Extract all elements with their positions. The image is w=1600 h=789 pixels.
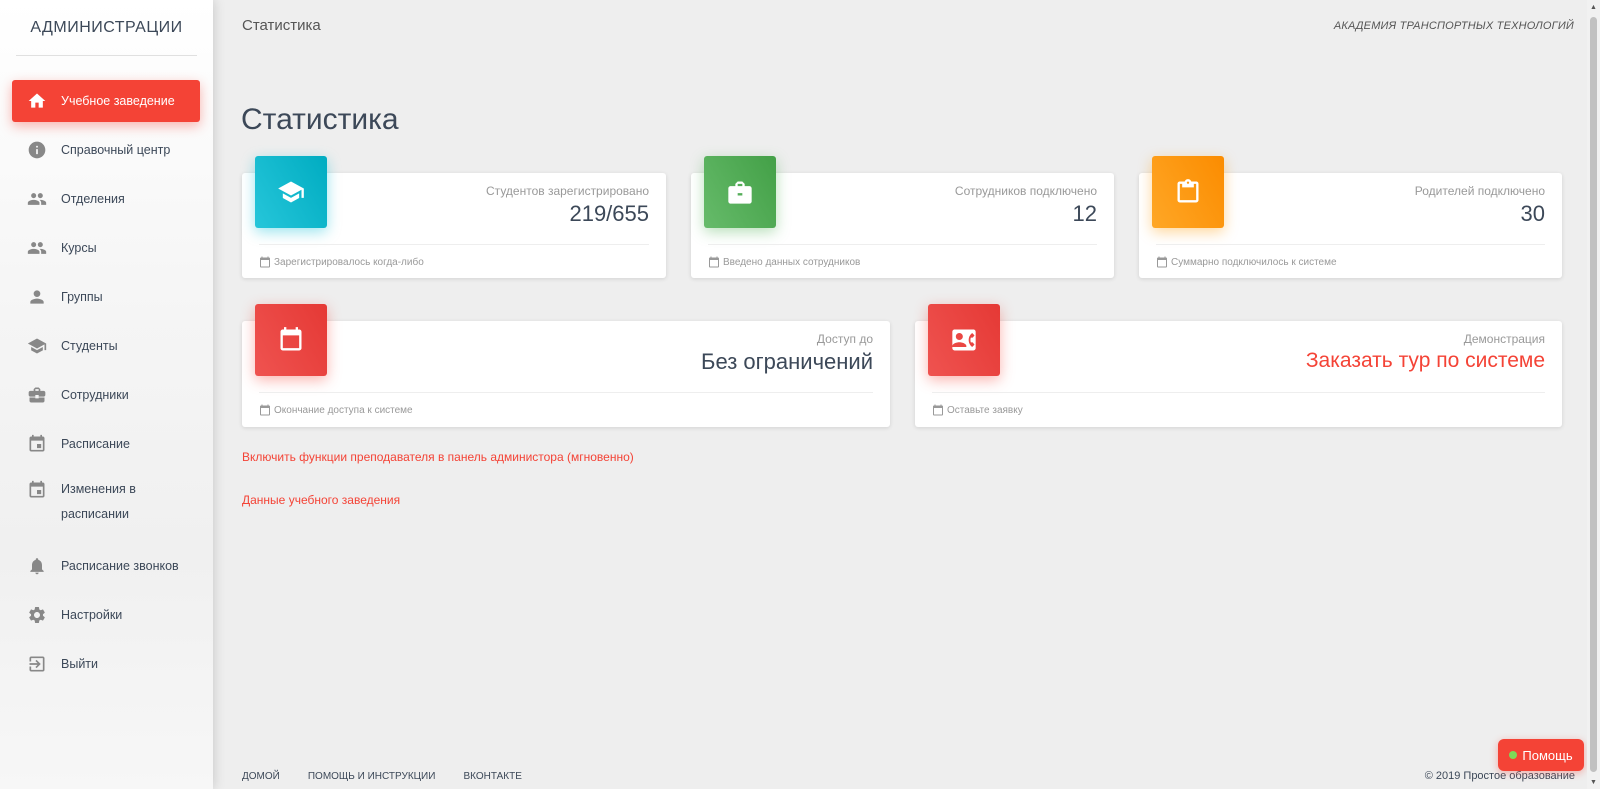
sidebar-item-label: Группы xyxy=(61,289,103,304)
sidebar-item-label: Студенты xyxy=(61,338,118,353)
sidebar-item-label: Расписание xyxy=(61,436,130,451)
sidebar-item-institution[interactable]: Учебное заведение xyxy=(12,80,200,122)
stat-card-parents: Родителей подключено 30 Суммарно подключ… xyxy=(1139,156,1562,278)
stat-card-access: Доступ до Без ограничений Окончание дост… xyxy=(242,304,890,427)
scroll-thumb[interactable] xyxy=(1590,17,1597,772)
card-divider xyxy=(259,392,873,393)
gear-icon xyxy=(24,602,50,628)
sidebar-item-courses[interactable]: Курсы xyxy=(12,227,200,269)
card-category: Родителей подключено xyxy=(1414,184,1545,198)
calendar-icon xyxy=(260,256,270,268)
sidebar-nav: Учебное заведение Справочный центр Отдел… xyxy=(12,80,200,692)
card-value: 219/655 xyxy=(569,201,649,226)
stat-card-students: Студентов зарегистрировано 219/655 Зарег… xyxy=(242,156,666,278)
sidebar-item-label: Справочный центр xyxy=(61,142,171,157)
calendar-icon xyxy=(709,256,719,268)
card-footer-text: Введено данных сотрудников xyxy=(723,256,861,268)
sidebar-item-departments[interactable]: Отделения xyxy=(12,178,200,220)
people-icon xyxy=(24,186,50,212)
footer-nav: Домой Помощь и инструкции Вконтакте xyxy=(242,771,522,782)
help-button-label: Помощь xyxy=(1522,747,1573,763)
sidebar-item-help-center[interactable]: Справочный центр xyxy=(12,129,200,171)
card-divider xyxy=(932,392,1545,393)
card-value: 12 xyxy=(1072,201,1097,226)
calendar-icon xyxy=(1157,256,1167,268)
card-divider xyxy=(708,244,1097,245)
card-footer: Зарегистрировалось когда-либо xyxy=(259,256,424,268)
footer-link-home[interactable]: Домой xyxy=(242,771,280,782)
sidebar-item-label: Выйти xyxy=(61,656,99,671)
order-tour-link[interactable]: Заказать тур по системе xyxy=(1306,349,1545,373)
person-icon xyxy=(24,284,50,310)
scrollbar[interactable]: ▲ ▼ xyxy=(1587,0,1600,789)
sidebar-item-bell-schedule[interactable]: Расписание звонков xyxy=(12,545,200,587)
card-footer-text: Зарегистрировалось когда-либо xyxy=(274,256,424,268)
graduation-cap-icon xyxy=(255,156,327,228)
calendar-icon xyxy=(24,477,50,503)
sidebar: АДМИНИСТРАЦИИ Учебное заведение Справочн… xyxy=(0,0,213,789)
briefcase-icon xyxy=(24,382,50,408)
organization-name: АКАДЕМИЯ ТРАНСПОРТНЫХ ТЕХНОЛОГИЙ xyxy=(1333,20,1574,32)
card-value: 30 xyxy=(1520,201,1545,226)
calendar-icon xyxy=(933,404,943,416)
sidebar-item-staff[interactable]: Сотрудники xyxy=(12,374,200,416)
people-icon xyxy=(24,235,50,261)
sidebar-item-label: Учебное заведение xyxy=(61,93,175,108)
exit-icon xyxy=(24,651,50,677)
card-category: Сотрудников подключено xyxy=(954,184,1097,198)
home-icon xyxy=(24,88,50,114)
card-footer-text: Окончание доступа к системе xyxy=(274,404,413,416)
card-footer: Окончание доступа к системе xyxy=(259,404,413,416)
sidebar-item-label: Отделения xyxy=(61,191,125,206)
sidebar-logo: АДМИНИСТРАЦИИ xyxy=(16,0,197,56)
sidebar-item-label: Настройки xyxy=(61,607,123,622)
card-footer-text: Оставьте заявку xyxy=(947,404,1023,416)
calendar-icon xyxy=(24,431,50,457)
card-category: Демонстрация xyxy=(1463,332,1545,346)
copyright: © 2019 Простое образование xyxy=(1424,770,1575,782)
sidebar-item-logout[interactable]: Выйти xyxy=(12,643,200,685)
sidebar-item-schedule-changes[interactable]: Изменения в расписании xyxy=(12,472,200,538)
sidebar-item-groups[interactable]: Группы xyxy=(12,276,200,318)
contact-card-icon xyxy=(928,304,1000,376)
card-footer: Суммарно подключилось к системе xyxy=(1156,256,1337,268)
sidebar-item-label: Расписание звонков xyxy=(61,558,179,573)
school-icon xyxy=(24,333,50,359)
card-divider xyxy=(259,244,649,245)
stat-card-staff: Сотрудников подключено 12 Введено данных… xyxy=(691,156,1114,278)
card-footer: Оставьте заявку xyxy=(932,404,1023,416)
card-category: Доступ до xyxy=(816,332,873,346)
card-divider xyxy=(1156,244,1545,245)
online-status-dot xyxy=(1509,751,1518,759)
footer-link-help[interactable]: Помощь и инструкции xyxy=(308,771,436,782)
calendar-icon xyxy=(260,404,270,416)
sidebar-item-label: Сотрудники xyxy=(61,387,129,402)
briefcase-icon xyxy=(704,156,776,228)
sidebar-item-label: Изменения в расписании xyxy=(61,482,136,521)
sidebar-item-settings[interactable]: Настройки xyxy=(12,594,200,636)
footer-link-vk[interactable]: Вконтакте xyxy=(463,771,521,782)
card-footer: Введено данных сотрудников xyxy=(708,256,860,268)
scroll-up-arrow[interactable]: ▲ xyxy=(1587,0,1600,14)
page-title: Статистика xyxy=(241,103,399,136)
card-footer-text: Суммарно подключилось к системе xyxy=(1171,256,1337,268)
info-icon xyxy=(24,137,50,163)
bell-icon xyxy=(24,553,50,579)
enable-teacher-link[interactable]: Включить функции преподавателя в панель … xyxy=(242,450,634,464)
scroll-down-arrow[interactable]: ▼ xyxy=(1587,775,1600,789)
navbar-title: Статистика xyxy=(242,17,321,34)
help-button[interactable]: Помощь xyxy=(1498,739,1584,771)
sidebar-item-label: Курсы xyxy=(61,240,97,255)
calendar-icon xyxy=(255,304,327,376)
sidebar-item-schedule[interactable]: Расписание xyxy=(12,423,200,465)
stat-card-demo: Демонстрация Заказать тур по системе Ост… xyxy=(915,304,1562,427)
card-value: Без ограничений xyxy=(701,349,873,374)
card-category: Студентов зарегистрировано xyxy=(486,184,649,198)
institution-data-link[interactable]: Данные учебного заведения xyxy=(242,493,400,507)
clipboard-icon xyxy=(1152,156,1224,228)
sidebar-item-students[interactable]: Студенты xyxy=(12,325,200,367)
